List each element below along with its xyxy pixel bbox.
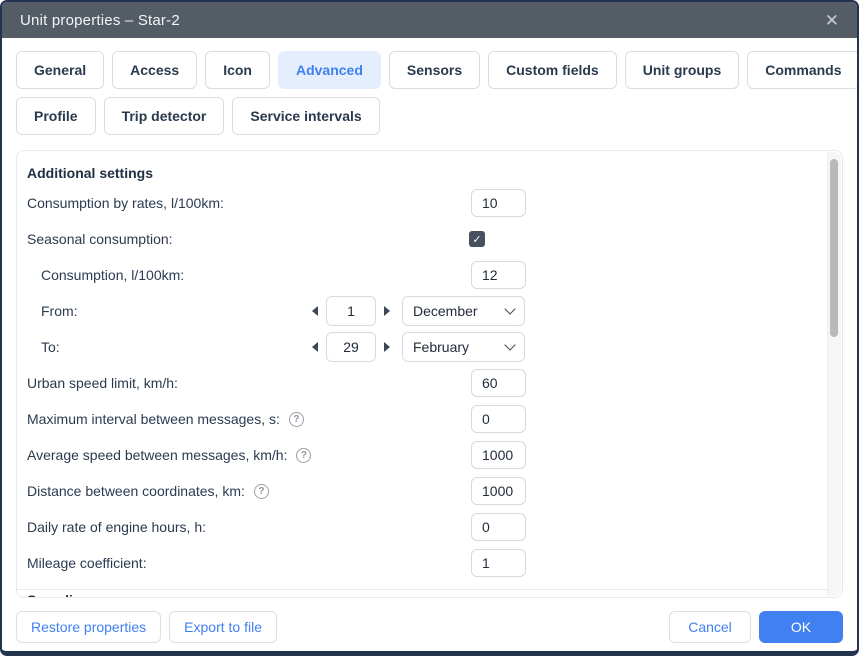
to-month-select[interactable]: February — [402, 332, 525, 362]
dialog-title: Unit properties – Star-2 — [20, 12, 180, 29]
increment-day-icon[interactable] — [384, 306, 390, 316]
increment-day-icon[interactable] — [384, 342, 390, 352]
tab-general[interactable]: General — [16, 51, 104, 89]
to-date-controls: February — [312, 332, 525, 362]
tab-bar: General Access Icon Advanced Sensors Cus… — [2, 38, 857, 143]
max-interval-input[interactable] — [471, 405, 526, 433]
titlebar: Unit properties – Star-2 ✕ — [2, 2, 857, 38]
checkmark-icon: ✓ — [472, 233, 481, 246]
from-day-input[interactable] — [326, 296, 376, 326]
form-row-average-speed: Average speed between messages, km/h: ? — [27, 437, 818, 473]
consumption-by-rates-input[interactable] — [471, 189, 526, 217]
tab-custom-fields[interactable]: Custom fields — [488, 51, 617, 89]
help-icon[interactable]: ? — [289, 412, 304, 427]
field-label: Distance between coordinates, km: — [27, 483, 245, 499]
selected-month: December — [413, 303, 478, 319]
decrement-day-icon[interactable] — [312, 342, 318, 352]
form-row-from: From: December — [27, 293, 818, 329]
field-label: Consumption, l/100km: — [41, 267, 184, 283]
tab-icon[interactable]: Icon — [205, 51, 270, 89]
scrollbar-thumb[interactable] — [830, 159, 838, 337]
field-label: To: — [41, 339, 60, 355]
tab-unit-groups[interactable]: Unit groups — [625, 51, 740, 89]
tab-commands[interactable]: Commands — [747, 51, 859, 89]
footer-bar: Restore properties Export to file Cancel… — [2, 598, 857, 656]
field-label: From: — [41, 303, 78, 319]
tab-trip-detector[interactable]: Trip detector — [104, 97, 225, 135]
tab-service-intervals[interactable]: Service intervals — [232, 97, 379, 135]
cancel-button[interactable]: Cancel — [669, 611, 751, 643]
field-label: Seasonal consumption: — [27, 231, 173, 247]
section-divider — [17, 589, 842, 590]
urban-speed-limit-input[interactable] — [471, 369, 526, 397]
form-row-engine-hours: Daily rate of engine hours, h: — [27, 509, 818, 545]
field-label: Daily rate of engine hours, h: — [27, 519, 206, 535]
selected-month: February — [413, 339, 469, 355]
restore-properties-button[interactable]: Restore properties — [16, 611, 161, 643]
field-label: Average speed between messages, km/h: — [27, 447, 287, 463]
form-row-distance-coordinates: Distance between coordinates, km: ? — [27, 473, 818, 509]
form-row-seasonal-consumption: Seasonal consumption: ✓ — [27, 221, 818, 257]
help-icon[interactable]: ? — [296, 448, 311, 463]
form-row-urban-speed-limit: Urban speed limit, km/h: — [27, 365, 818, 401]
engine-hours-input[interactable] — [471, 513, 526, 541]
tab-profile[interactable]: Profile — [16, 97, 96, 135]
from-date-controls: December — [312, 296, 525, 326]
field-label: Consumption by rates, l/100km: — [27, 195, 224, 211]
seasonal-consumption-input[interactable] — [471, 261, 526, 289]
distance-coordinates-input[interactable] — [471, 477, 526, 505]
field-label: Maximum interval between messages, s: — [27, 411, 280, 427]
to-day-input[interactable] — [326, 332, 376, 362]
tab-access[interactable]: Access — [112, 51, 197, 89]
settings-panel: Additional settings Consumption by rates… — [16, 150, 843, 598]
chevron-down-icon — [504, 303, 515, 314]
ok-button[interactable]: OK — [759, 611, 843, 643]
tab-sensors[interactable]: Sensors — [389, 51, 480, 89]
field-label: Urban speed limit, km/h: — [27, 375, 178, 391]
seasonal-consumption-checkbox[interactable]: ✓ — [469, 231, 485, 247]
close-icon[interactable]: ✕ — [825, 12, 839, 29]
form-row-consumption-by-rates: Consumption by rates, l/100km: — [27, 185, 818, 221]
form-row-max-interval: Maximum interval between messages, s: ? — [27, 401, 818, 437]
average-speed-input[interactable] — [471, 441, 526, 469]
scrollbar-track[interactable] — [827, 152, 841, 596]
from-month-select[interactable]: December — [402, 296, 525, 326]
decrement-day-icon[interactable] — [312, 306, 318, 316]
form-row-mileage-coefficient: Mileage coefficient: — [27, 545, 818, 581]
mileage-coefficient-input[interactable] — [471, 549, 526, 577]
chevron-down-icon — [504, 339, 515, 350]
export-to-file-button[interactable]: Export to file — [169, 611, 277, 643]
tab-row-1: General Access Icon Advanced Sensors Cus… — [16, 51, 843, 89]
form-row-to: To: February — [27, 329, 818, 365]
next-section-title-clipped: Speeding — [27, 592, 818, 598]
form-row-seasonal-value: Consumption, l/100km: — [27, 257, 818, 293]
field-label: Mileage coefficient: — [27, 555, 147, 571]
help-icon[interactable]: ? — [254, 484, 269, 499]
section-title: Additional settings — [27, 165, 818, 181]
tab-row-2: Profile Trip detector Service intervals — [16, 97, 843, 135]
unit-properties-dialog: Unit properties – Star-2 ✕ General Acces… — [0, 0, 859, 656]
tab-advanced[interactable]: Advanced — [278, 51, 381, 89]
